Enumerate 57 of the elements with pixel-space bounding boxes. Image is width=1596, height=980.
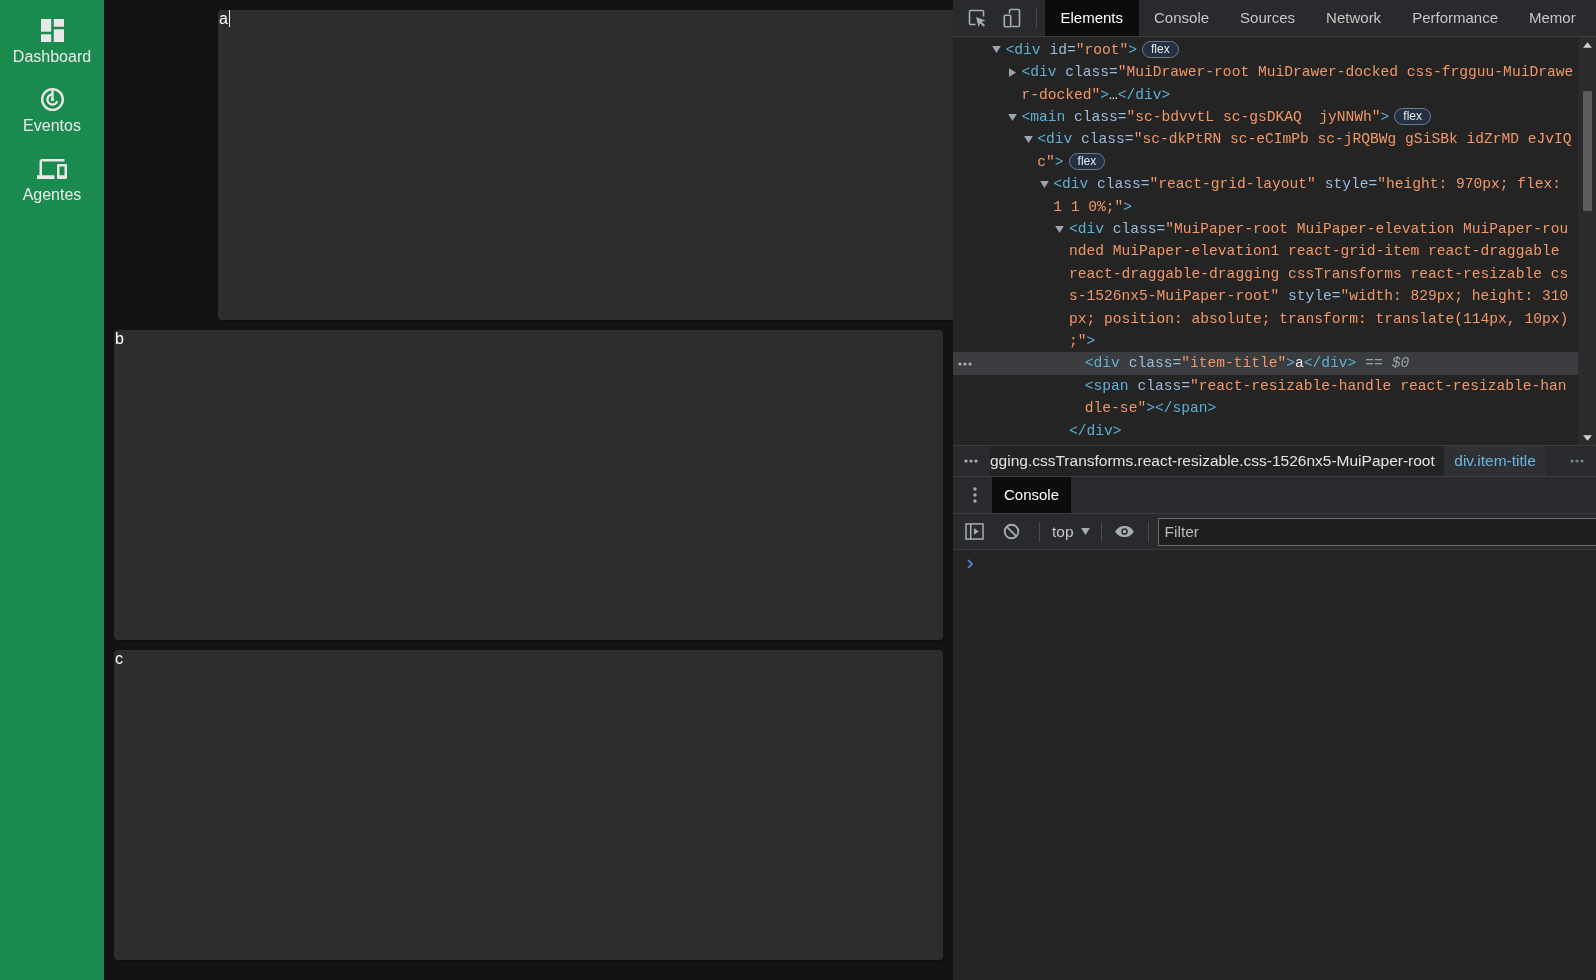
dom-node[interactable]: <main class="sc-bdvvtL sc-gsDKAQ jyNNWh"> flex <box>953 105 1578 129</box>
flex-badge[interactable]: flex <box>1068 152 1106 170</box>
panel-tab[interactable]: Memor <box>1513 0 1592 36</box>
breadcrumb[interactable]: div.item-title <box>1444 446 1546 476</box>
dom-node[interactable]: <div class="MuiDrawer-root MuiDrawer-docked css-frgguu-MuiDrawer-docked">…</div> <box>953 61 1578 106</box>
text-cursor-icon <box>228 10 230 27</box>
target-icon <box>40 88 64 111</box>
sidebar-item[interactable]: Agentes <box>22 157 82 204</box>
dom-node[interactable]: <div class="item-title">a</div> == $0 <box>953 352 1578 375</box>
panel-tab[interactable]: Performance <box>1396 0 1514 36</box>
drawer-tab[interactable]: Console <box>992 477 1072 513</box>
eye-icon[interactable] <box>1113 525 1135 538</box>
prompt-chevron-icon[interactable] <box>967 559 973 569</box>
sidebar-item[interactable]: Dashboard <box>12 19 92 66</box>
device-toolbar-icon[interactable] <box>1002 8 1022 28</box>
more-options-icon[interactable] <box>973 487 977 503</box>
dom-node[interactable]: <span class="react-resizable-handle react-resizable-handle-se"></span> <box>953 374 1578 420</box>
scrollbar-thumb[interactable] <box>1582 91 1592 211</box>
expanded-triangle-icon[interactable] <box>1007 113 1017 121</box>
grid-card[interactable]: a <box>218 10 953 320</box>
block-icon[interactable] <box>1002 523 1021 540</box>
panel-tab[interactable]: Elements <box>1045 0 1139 36</box>
expanded-triangle-icon[interactable] <box>1039 180 1049 188</box>
scroll-up-icon[interactable] <box>1582 42 1592 48</box>
card-title: b <box>114 330 124 348</box>
grid-card[interactable]: c <box>114 650 943 960</box>
card-title: c <box>114 650 123 668</box>
dom-node[interactable]: <div class="react-grid-layout" style="height: 970px; flex: 1 1 0%;"> <box>953 173 1578 218</box>
dom-node[interactable]: <div class="sc-dkPtRN sc-eCImPb sc-jRQBWg gSiSBk idZrMD eJvIQc"> flex <box>953 128 1578 174</box>
ellipsis-icon[interactable] <box>1570 459 1584 463</box>
caret-icon <box>1080 528 1090 535</box>
flex-badge[interactable]: flex <box>1394 107 1431 125</box>
devices-icon <box>37 159 67 179</box>
panel-tab[interactable]: Sources <box>1224 0 1311 36</box>
expanded-triangle-icon[interactable] <box>992 46 1001 54</box>
panel-tab[interactable]: Console <box>1138 0 1225 36</box>
dom-node[interactable]: <div class="MuiPaper-root MuiPaper-elevation MuiPaper-rounded MuiPaper-elevation1 react-grid-item react-draggable react-draggable-dragging cssTransforms react-resizable css-1526nx5-MuiPaper-root" style="width: 829px; height: 310px; position: absolute; transform: translate(114px, 10px);"> <box>953 217 1578 353</box>
expanded-triangle-icon[interactable] <box>1055 225 1065 233</box>
expanded-triangle-icon[interactable] <box>1023 136 1033 143</box>
breadcrumb[interactable]: gging.cssTransforms.react-resizable.css-1526nx5-MuiPaper-root <box>990 446 1445 476</box>
sidebar-item[interactable]: Eventos <box>23 88 81 135</box>
grid-card[interactable]: b <box>114 330 943 640</box>
dom-node[interactable]: <div id="root"> flex <box>953 38 1578 62</box>
collapsed-triangle-icon[interactable] <box>1008 67 1016 77</box>
card-title: a <box>218 10 228 28</box>
ellipsis-icon[interactable] <box>958 361 972 366</box>
filter-field[interactable]: Filter <box>1157 517 1596 546</box>
dashboard-icon <box>40 19 64 42</box>
ellipsis-icon[interactable] <box>964 459 978 463</box>
closing-tag[interactable]: </div> <box>953 419 1578 442</box>
flex-badge[interactable]: flex <box>1141 40 1179 58</box>
inspect-element-icon[interactable] <box>967 8 987 28</box>
panel-tab[interactable]: Network <box>1310 0 1397 36</box>
scrollbar[interactable] <box>1578 37 1596 445</box>
sidebar-toggle-icon[interactable] <box>965 523 984 540</box>
scroll-down-icon[interactable] <box>1582 435 1592 441</box>
context-dropdown[interactable]: top <box>1052 522 1096 541</box>
